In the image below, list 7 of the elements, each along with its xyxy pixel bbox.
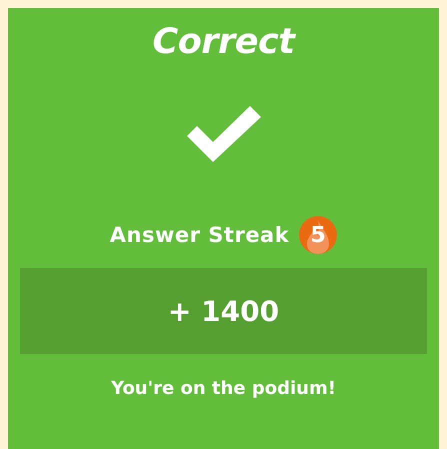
flame-icon xyxy=(307,220,330,254)
checkmark-icon xyxy=(186,106,260,162)
result-title: Correct xyxy=(152,22,294,62)
streak-badge: 5 xyxy=(299,216,338,254)
streak-label: Answer Streak xyxy=(110,223,290,247)
score-points: + 1400 xyxy=(168,294,280,328)
podium-message: You're on the podium! xyxy=(111,378,336,399)
